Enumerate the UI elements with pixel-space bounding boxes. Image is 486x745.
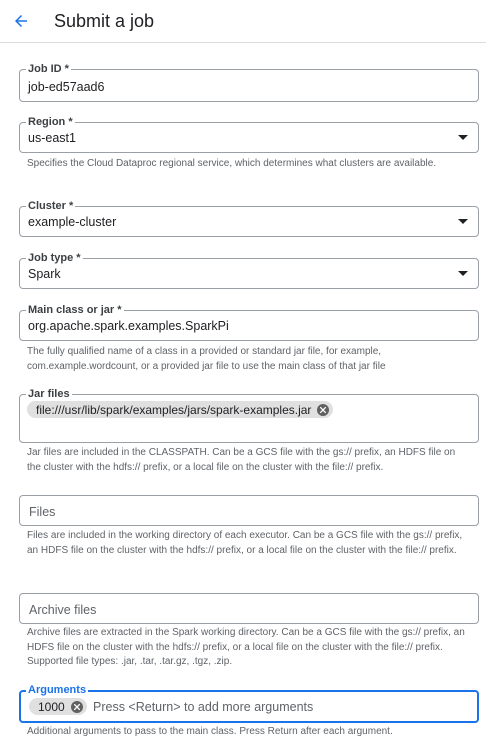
arguments-help-text: Additional arguments to pass to the main… — [27, 726, 393, 737]
files-placeholder: Files — [29, 505, 56, 519]
dropdown-arrow-icon — [458, 271, 468, 276]
main-class-value: org.apache.spark.examples.SparkPi — [28, 319, 229, 333]
main-class-help-text: The fully qualified name of a class in a… — [27, 346, 386, 372]
remove-chip-icon[interactable] — [70, 700, 83, 713]
job-id-value: job-ed57aad6 — [28, 80, 105, 94]
argument-chip: 1000 — [29, 698, 87, 715]
jar-files-field[interactable]: Jar files file:///usr/lib/spark/examples… — [19, 387, 479, 443]
region-value: us-east1 — [28, 131, 76, 145]
arguments-label: Arguments — [26, 683, 89, 697]
jar-files-label: Jar files — [26, 387, 72, 401]
archive-files-help-text: Archive files are extracted in the Spark… — [27, 627, 465, 667]
jar-file-chip: file:///usr/lib/spark/examples/jars/spar… — [27, 401, 334, 418]
jar-files-help-text: Jar files are included in the CLASSPATH.… — [27, 447, 456, 473]
job-type-label: Job type * — [26, 251, 83, 265]
chip-label: 1000 — [38, 699, 65, 714]
region-label: Region * — [26, 115, 75, 129]
region-help-text: Specifies the Cloud Dataproc regional se… — [27, 158, 437, 169]
archive-files-placeholder: Archive files — [29, 603, 97, 617]
dropdown-arrow-icon — [458, 219, 468, 224]
job-id-label: Job ID * — [26, 62, 71, 76]
cluster-value: example-cluster — [28, 215, 117, 229]
page-title: Submit a job — [54, 11, 155, 31]
chip-label: file:///usr/lib/spark/examples/jars/spar… — [36, 402, 312, 417]
job-type-value: Spark — [28, 267, 61, 281]
arguments-input[interactable]: Arguments 1000 Press <Return> to add mor… — [19, 683, 479, 723]
region-select[interactable]: Region * us-east1 — [19, 115, 479, 153]
remove-chip-icon[interactable] — [317, 403, 330, 416]
dropdown-arrow-icon — [458, 135, 468, 140]
arrow-back-icon[interactable] — [10, 10, 32, 32]
main-class-field[interactable]: Main class or jar * org.apache.spark.exa… — [19, 303, 479, 341]
page-header: Submit a job — [0, 0, 486, 43]
job-id-field[interactable]: Job ID * job-ed57aad6 — [19, 62, 479, 102]
cluster-select[interactable]: Cluster * example-cluster — [19, 199, 479, 237]
job-type-select[interactable]: Job type * Spark — [19, 251, 479, 289]
main-class-label: Main class or jar * — [26, 303, 124, 317]
files-help-text: Files are included in the working direct… — [27, 530, 463, 556]
archive-files-input[interactable]: Archive files — [19, 593, 479, 624]
files-input[interactable]: Files — [19, 495, 479, 526]
cluster-label: Cluster * — [26, 199, 76, 213]
arguments-placeholder: Press <Return> to add more arguments — [93, 700, 314, 714]
